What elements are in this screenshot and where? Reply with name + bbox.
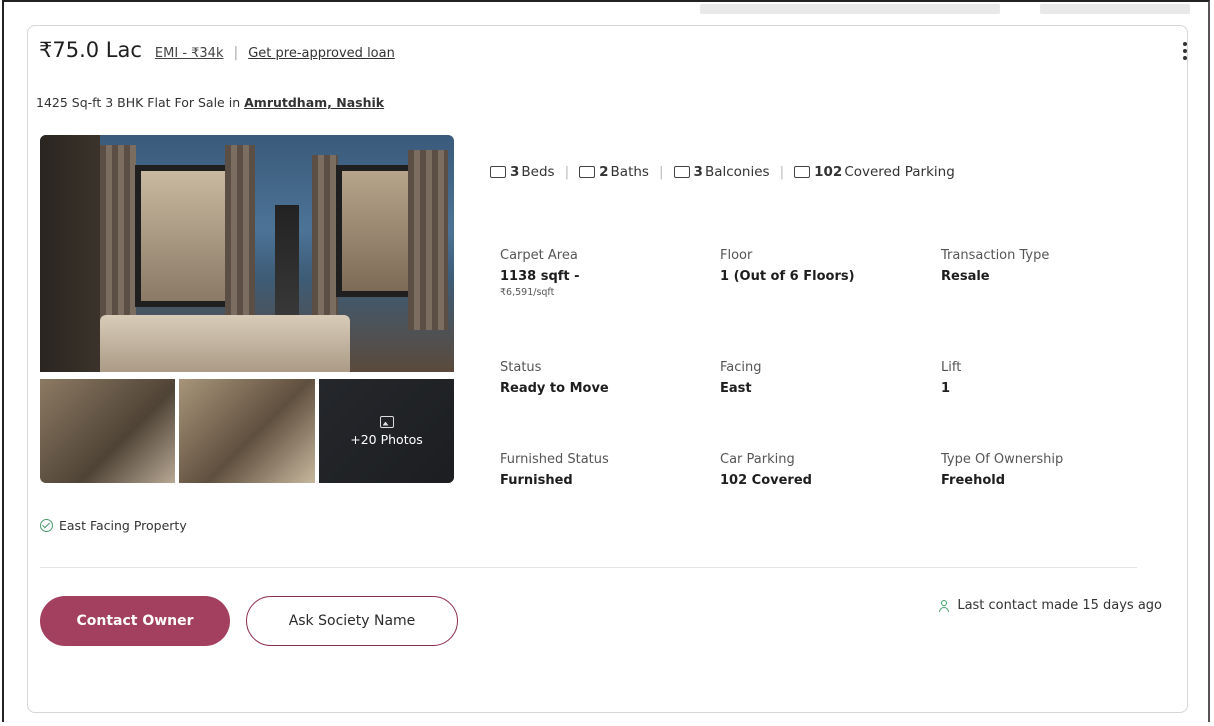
price-row: ₹75.0 Lac EMI - ₹34k | Get pre-approved …	[39, 38, 395, 62]
amenity-beds: 3 Beds	[490, 164, 555, 180]
more-photos-label: +20 Photos	[350, 431, 423, 447]
background-page-text	[700, 4, 1000, 14]
more-options-icon[interactable]	[1182, 42, 1188, 63]
photo-thumbnail[interactable]	[40, 379, 175, 483]
photo-thumbnail[interactable]	[179, 379, 315, 483]
last-contact-info: Last contact made 15 days ago	[939, 598, 1162, 613]
amenity-parking: 102 Covered Parking	[794, 164, 955, 180]
emi-link[interactable]: EMI - ₹34k	[155, 46, 224, 61]
east-facing-badge: East Facing Property	[40, 518, 187, 533]
separator: |	[233, 45, 239, 61]
more-photos-thumbnail[interactable]: +20 Photos	[319, 379, 454, 483]
check-circle-icon	[40, 519, 53, 532]
spec-transaction-type: Transaction Type Resale	[941, 248, 1050, 284]
listing-description: 1425 Sq-ft 3 BHK Flat For Sale in	[36, 95, 241, 110]
spec-ownership: Type Of Ownership Freehold	[941, 452, 1064, 488]
highlight-text: East Facing Property	[59, 518, 187, 533]
spec-furnished-status: Furnished Status Furnished	[500, 452, 609, 488]
balcony-icon	[673, 166, 690, 178]
bed-icon	[490, 166, 506, 178]
photo-icon	[379, 415, 394, 428]
bath-icon	[579, 166, 596, 178]
spec-lift: Lift 1	[941, 360, 962, 396]
divider	[40, 567, 1137, 568]
spec-floor: Floor 1 (Out of 6 Floors)	[720, 248, 855, 284]
ask-society-name-button[interactable]: Ask Society Name	[246, 596, 458, 646]
spec-carpet-area: Carpet Area 1138 sqft - ₹6,591/sqft	[500, 248, 580, 298]
amenity-baths: 2 Baths	[579, 164, 649, 180]
user-icon	[939, 599, 950, 612]
amenities-row: 3 Beds | 2 Baths | 3 Balconies | 102 Covered…	[490, 164, 955, 180]
pre-approved-loan-link[interactable]: Get pre-approved loan	[248, 46, 395, 61]
amenity-balconies: 3 Balconies	[673, 164, 770, 180]
spec-car-parking: Car Parking 102 Covered	[720, 452, 812, 488]
car-icon	[794, 166, 811, 178]
spec-facing: Facing East	[720, 360, 762, 396]
price: ₹75.0 Lac	[39, 38, 142, 62]
location-link[interactable]: Amrutdham, Nashik	[244, 95, 384, 110]
contact-owner-button[interactable]: Contact Owner	[40, 596, 230, 646]
background-page-text	[1040, 4, 1190, 14]
spec-status: Status Ready to Move	[500, 360, 609, 396]
listing-subtitle: 1425 Sq-ft 3 BHK Flat For Sale in Amrutdh…	[36, 95, 384, 110]
last-contact-text: Last contact made 15 days ago	[957, 598, 1162, 613]
main-photo[interactable]	[40, 135, 454, 372]
